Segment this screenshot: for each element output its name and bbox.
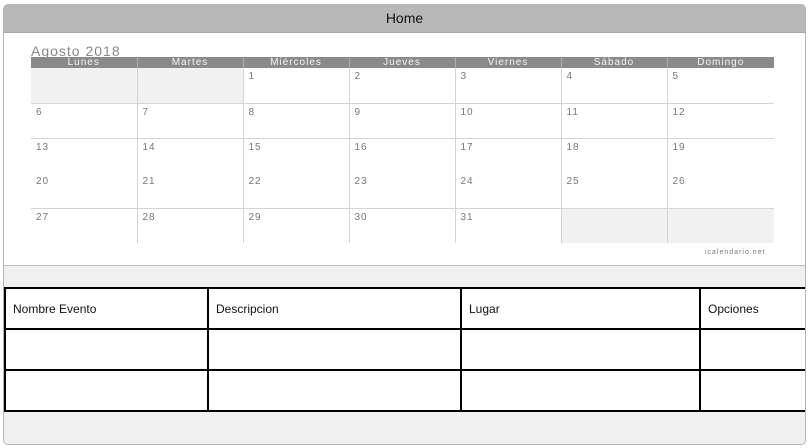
calendar-day-cell[interactable]: 5 bbox=[666, 68, 774, 104]
calendar-week-row: 20 21 22 23 24 25 26 bbox=[31, 173, 774, 209]
calendar-day-cell[interactable]: 16 bbox=[348, 138, 455, 173]
weekday-header: Sábado bbox=[560, 57, 667, 68]
calendar-day-cell[interactable]: 23 bbox=[348, 173, 455, 209]
calendar-month-title: Agosto 2018 bbox=[31, 43, 121, 59]
calendar-day-cell[interactable]: 7 bbox=[136, 103, 243, 139]
calendar-day-cell[interactable]: 14 bbox=[136, 138, 243, 173]
column-header-opciones: Opciones bbox=[699, 287, 805, 330]
calendar-week-row: 6 7 8 9 10 11 12 bbox=[31, 103, 774, 139]
weekday-header: Lunes bbox=[31, 57, 137, 68]
calendar-day-cell[interactable]: 13 bbox=[31, 138, 137, 173]
calendar-day-cell[interactable]: 18 bbox=[560, 138, 667, 173]
calendar-day-cell[interactable]: 17 bbox=[454, 138, 561, 173]
calendar-grid: Lunes Martes Miércoles Jueves Viernes Sá… bbox=[31, 57, 774, 243]
calendar-day-cell[interactable]: 6 bbox=[31, 103, 137, 139]
calendar-day-cell[interactable]: 19 bbox=[666, 138, 774, 173]
calendar-day-cell[interactable]: 30 bbox=[348, 208, 455, 243]
calendar-day-cell[interactable]: 20 bbox=[31, 173, 137, 209]
calendar-day-cell[interactable]: 31 bbox=[454, 208, 561, 243]
calendar-weekday-row: Lunes Martes Miércoles Jueves Viernes Sá… bbox=[31, 57, 774, 68]
table-cell bbox=[4, 369, 209, 412]
calendar-credit-link[interactable]: icalendario.net bbox=[705, 249, 766, 256]
calendar-day-cell[interactable]: 22 bbox=[242, 173, 349, 209]
page-title: Home bbox=[385, 10, 424, 26]
column-header-descripcion: Descripcion bbox=[207, 287, 462, 330]
table-cell bbox=[207, 369, 462, 412]
table-row bbox=[4, 369, 805, 412]
table-cell bbox=[4, 328, 209, 371]
calendar-day-cell-empty bbox=[560, 208, 667, 243]
calendar-day-cell[interactable]: 9 bbox=[348, 103, 455, 139]
weekday-header: Jueves bbox=[348, 57, 455, 68]
weekday-header: Miércoles bbox=[242, 57, 349, 68]
page-header: Home bbox=[4, 5, 805, 33]
calendar-day-cell[interactable]: 29 bbox=[242, 208, 349, 243]
calendar-day-cell-empty bbox=[136, 68, 243, 104]
events-table: Nombre Evento Descripcion Lugar Opciones bbox=[4, 287, 805, 412]
calendar-day-cell[interactable]: 10 bbox=[454, 103, 561, 139]
weekday-header: Domingo bbox=[666, 57, 774, 68]
calendar-day-cell-empty bbox=[31, 68, 137, 104]
table-cell bbox=[207, 328, 462, 371]
calendar-day-cell[interactable]: 27 bbox=[31, 208, 137, 243]
table-cell bbox=[460, 369, 701, 412]
events-header-row: Nombre Evento Descripcion Lugar Opciones bbox=[4, 287, 805, 330]
calendar-day-cell[interactable]: 11 bbox=[560, 103, 667, 139]
calendar-day-cell[interactable]: 12 bbox=[666, 103, 774, 139]
calendar-day-cell[interactable]: 8 bbox=[242, 103, 349, 139]
calendar-day-cell[interactable]: 21 bbox=[136, 173, 243, 209]
main-window: Home Agosto 2018 Lunes Martes Miércoles … bbox=[3, 4, 806, 445]
calendar-week-row: 13 14 15 16 17 18 19 bbox=[31, 138, 774, 173]
calendar-week-row: 27 28 29 30 31 bbox=[31, 208, 774, 243]
calendar-week-row: 1 2 3 4 5 bbox=[31, 68, 774, 104]
calendar-day-cell[interactable]: 1 bbox=[242, 68, 349, 104]
calendar-day-cell[interactable]: 26 bbox=[666, 173, 774, 209]
column-header-nombre-evento: Nombre Evento bbox=[4, 287, 209, 330]
table-row bbox=[4, 328, 805, 371]
calendar-day-cell[interactable]: 24 bbox=[454, 173, 561, 209]
table-cell bbox=[460, 328, 701, 371]
calendar-day-cell[interactable]: 2 bbox=[348, 68, 455, 104]
calendar-day-cell[interactable]: 3 bbox=[454, 68, 561, 104]
calendar-day-cell[interactable]: 15 bbox=[242, 138, 349, 173]
weekday-header: Viernes bbox=[454, 57, 561, 68]
calendar-day-cell[interactable]: 4 bbox=[560, 68, 667, 104]
calendar-day-cell[interactable]: 28 bbox=[136, 208, 243, 243]
table-cell bbox=[699, 369, 805, 412]
calendar-day-cell-empty bbox=[666, 208, 774, 243]
table-cell bbox=[699, 328, 805, 371]
calendar-day-cell[interactable]: 25 bbox=[560, 173, 667, 209]
weekday-header: Martes bbox=[136, 57, 243, 68]
calendar-panel: Agosto 2018 Lunes Martes Miércoles Jueve… bbox=[4, 33, 805, 266]
column-header-lugar: Lugar bbox=[460, 287, 701, 330]
